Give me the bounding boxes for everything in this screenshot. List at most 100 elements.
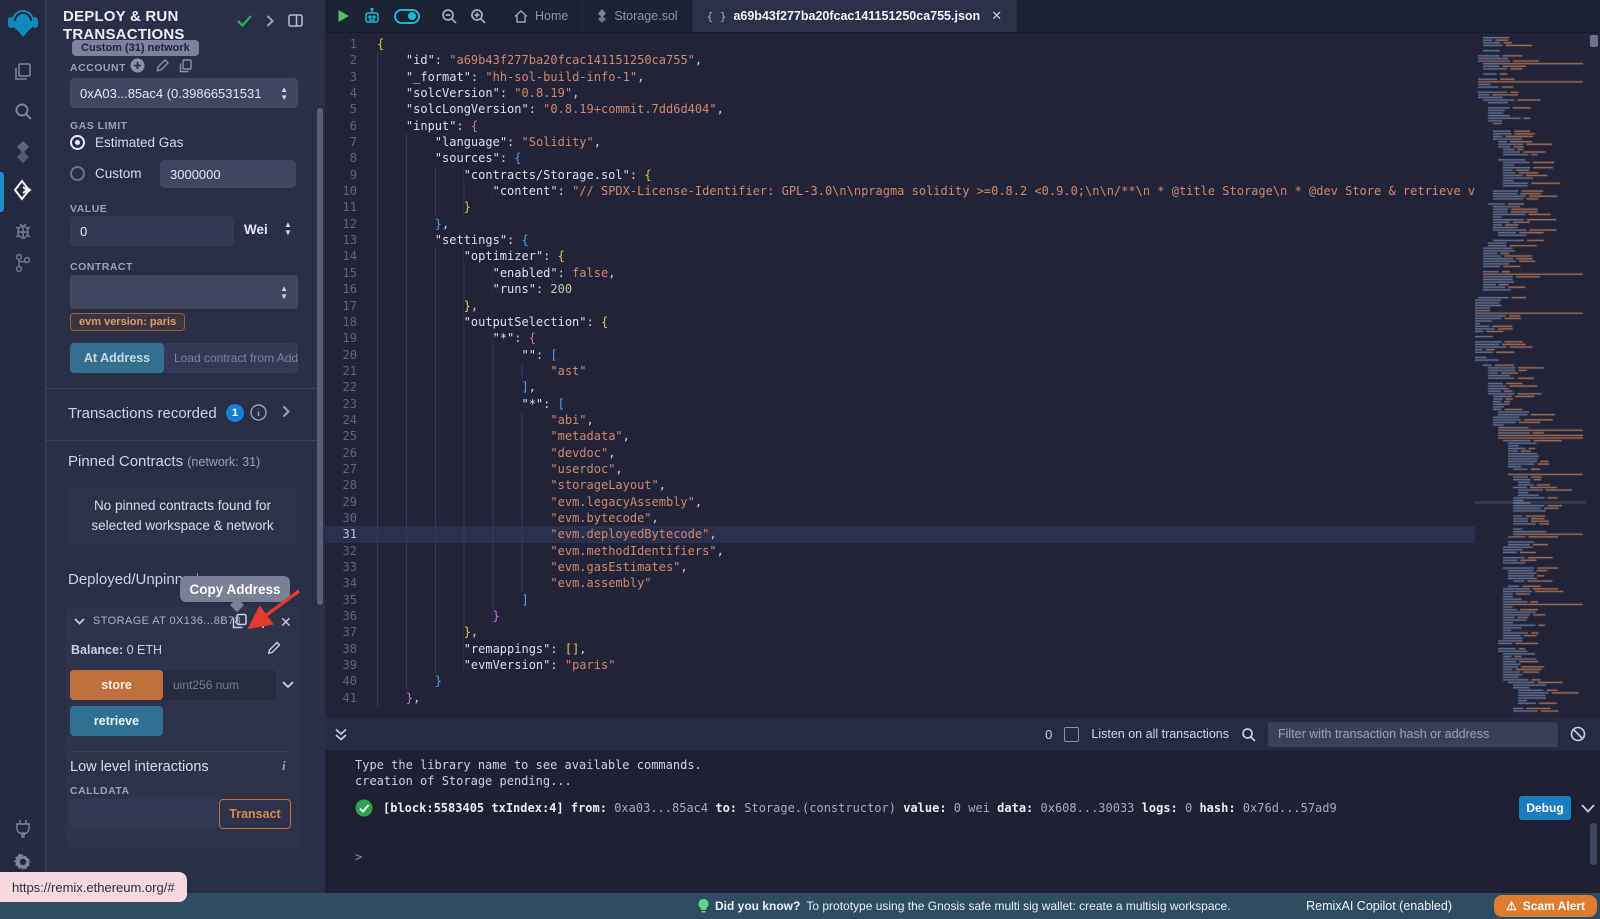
deploy-run-icon[interactable] bbox=[0, 178, 46, 204]
settings-gear-icon[interactable] bbox=[0, 850, 46, 874]
terminal-search-icon[interactable] bbox=[1241, 727, 1256, 742]
listen-checkbox[interactable] bbox=[1064, 727, 1079, 742]
calldata-input[interactable] bbox=[70, 799, 218, 829]
expand-terminal-icon[interactable] bbox=[335, 728, 347, 741]
code-line[interactable]: 41}, bbox=[325, 690, 1475, 706]
code-line[interactable]: 14"optimizer": { bbox=[325, 248, 1475, 264]
search-icon[interactable] bbox=[0, 100, 46, 122]
code-line[interactable]: 30"evm.bytecode", bbox=[325, 510, 1475, 526]
store-button[interactable]: store bbox=[70, 670, 163, 700]
code-line[interactable]: 11} bbox=[325, 199, 1475, 215]
debugger-icon[interactable] bbox=[0, 218, 46, 242]
debug-button[interactable]: Debug bbox=[1519, 796, 1571, 820]
code-line[interactable]: 35] bbox=[325, 592, 1475, 608]
terminal-prompt[interactable]: > bbox=[355, 850, 362, 864]
code-line[interactable]: 25"metadata", bbox=[325, 428, 1475, 444]
code-line[interactable]: 36} bbox=[325, 608, 1475, 624]
code-line[interactable]: 7"language": "Solidity", bbox=[325, 134, 1475, 150]
code-line[interactable]: 6"input": { bbox=[325, 118, 1475, 134]
code-line[interactable]: 17}, bbox=[325, 298, 1475, 314]
chevron-right-icon[interactable] bbox=[266, 15, 274, 27]
expand-store-icon[interactable] bbox=[282, 681, 294, 689]
expand-tx-icon[interactable] bbox=[1581, 804, 1595, 813]
code-line[interactable]: 9"contracts/Storage.sol": { bbox=[325, 167, 1475, 183]
code-line[interactable]: 4"solcVersion": "0.8.19", bbox=[325, 85, 1475, 101]
run-script-icon[interactable] bbox=[337, 9, 350, 23]
editor-scrollbar[interactable] bbox=[1590, 35, 1598, 47]
at-address-button[interactable]: At Address bbox=[70, 343, 164, 373]
scam-alert-button[interactable]: ⚠ Scam Alert bbox=[1494, 895, 1597, 917]
code-editor[interactable]: 1{2"id": "a69b43f277ba20fcac141151250ca7… bbox=[325, 33, 1475, 718]
code-line[interactable]: 28"storageLayout", bbox=[325, 477, 1475, 493]
edit-account-icon[interactable] bbox=[155, 59, 169, 73]
code-line[interactable]: 21"ast" bbox=[325, 363, 1475, 379]
add-account-icon[interactable] bbox=[130, 58, 145, 73]
transaction-log-row[interactable]: [block:5583405 txIndex:4] from: 0xa03...… bbox=[355, 796, 1595, 820]
code-line[interactable]: 2"id": "a69b43f277ba20fcac141151250ca755… bbox=[325, 52, 1475, 68]
transactions-expand-icon[interactable] bbox=[282, 405, 290, 418]
git-icon[interactable] bbox=[0, 250, 46, 276]
zoom-in-icon[interactable] bbox=[470, 8, 486, 24]
code-line[interactable]: 34"evm.assembly" bbox=[325, 575, 1475, 591]
transact-button[interactable]: Transact bbox=[219, 799, 291, 829]
minimap[interactable] bbox=[1475, 33, 1586, 718]
code-line[interactable]: 29"evm.legacyAssembly", bbox=[325, 494, 1475, 510]
contract-collapse-icon[interactable] bbox=[74, 618, 85, 625]
transactions-info-icon[interactable] bbox=[250, 404, 267, 421]
contract-stepper[interactable]: ▲▼ bbox=[280, 285, 288, 300]
account-stepper[interactable]: ▲▼ bbox=[280, 86, 288, 101]
filter-input[interactable] bbox=[1268, 722, 1558, 747]
code-line[interactable]: 15"enabled": false, bbox=[325, 265, 1475, 281]
pin-panel-icon[interactable] bbox=[288, 14, 303, 27]
code-line[interactable]: 39"evmVersion": "paris" bbox=[325, 657, 1475, 673]
code-line[interactable]: 5"solcLongVersion": "0.8.19+commit.7dd6d… bbox=[325, 101, 1475, 117]
code-line[interactable]: 22], bbox=[325, 379, 1475, 395]
file-explorer-icon[interactable] bbox=[0, 60, 46, 84]
at-address-input[interactable]: Load contract from Addre bbox=[164, 343, 298, 373]
code-line[interactable]: 8"sources": { bbox=[325, 150, 1475, 166]
plugin-manager-icon[interactable] bbox=[0, 816, 46, 840]
terminal-scrollbar[interactable] bbox=[1590, 823, 1597, 865]
code-line[interactable]: 19"*": { bbox=[325, 330, 1475, 346]
tab-storage-sol[interactable]: Storage.sol bbox=[583, 0, 692, 32]
account-select[interactable]: 0xA03...85ac4 (0.39866531531 ▲▼ bbox=[70, 78, 298, 108]
code-line[interactable]: 40} bbox=[325, 673, 1475, 689]
code-line[interactable]: 20"": [ bbox=[325, 347, 1475, 363]
estimated-gas-radio[interactable] bbox=[70, 135, 85, 150]
code-line[interactable]: 3"_format": "hh-sol-build-info-1", bbox=[325, 69, 1475, 85]
code-line[interactable]: 37}, bbox=[325, 624, 1475, 640]
code-line[interactable]: 12}, bbox=[325, 216, 1475, 232]
panel-scrollbar[interactable] bbox=[317, 108, 323, 605]
code-line[interactable]: 23"*": [ bbox=[325, 396, 1475, 412]
code-line[interactable]: 26"devdoc", bbox=[325, 445, 1475, 461]
contract-select[interactable]: ▲▼ bbox=[70, 275, 298, 309]
retrieve-button[interactable]: retrieve bbox=[70, 706, 163, 736]
copy-account-icon[interactable] bbox=[179, 59, 192, 73]
code-line[interactable]: 10"content": "// SPDX-License-Identifier… bbox=[325, 183, 1475, 199]
value-unit-stepper[interactable]: ▲▼ bbox=[284, 221, 292, 236]
code-line[interactable]: 24"abi", bbox=[325, 412, 1475, 428]
clear-console-icon[interactable] bbox=[1570, 726, 1586, 742]
tab-home[interactable]: Home bbox=[500, 0, 583, 32]
low-level-info-icon[interactable]: i bbox=[282, 758, 286, 774]
remixai-robot-icon[interactable] bbox=[363, 8, 381, 25]
value-unit-select[interactable]: Wei bbox=[244, 222, 268, 237]
code-line[interactable]: 1{ bbox=[325, 36, 1475, 52]
value-input[interactable]: 0 bbox=[70, 216, 234, 246]
code-line[interactable]: 13"settings": { bbox=[325, 232, 1475, 248]
remix-logo-icon[interactable] bbox=[0, 6, 46, 40]
close-tab-icon[interactable]: ✕ bbox=[991, 8, 1002, 24]
code-line[interactable]: 27"userdoc", bbox=[325, 461, 1475, 477]
copilot-status[interactable]: RemixAI Copilot (enabled) bbox=[1306, 893, 1452, 919]
code-line[interactable]: 33"evm.gasEstimates", bbox=[325, 559, 1475, 575]
code-line[interactable]: 32"evm.methodIdentifiers", bbox=[325, 543, 1475, 559]
store-input[interactable]: uint256 num bbox=[163, 670, 276, 700]
custom-gas-radio[interactable] bbox=[70, 166, 85, 181]
code-line[interactable]: 31"evm.deployedBytecode", bbox=[325, 526, 1475, 542]
zoom-out-icon[interactable] bbox=[441, 8, 457, 24]
code-line[interactable]: 16"runs": 200 bbox=[325, 281, 1475, 297]
solidity-compiler-icon[interactable] bbox=[0, 140, 46, 164]
edit-balance-icon[interactable] bbox=[266, 641, 281, 656]
code-line[interactable]: 18"outputSelection": { bbox=[325, 314, 1475, 330]
copilot-toggle[interactable] bbox=[394, 9, 420, 24]
